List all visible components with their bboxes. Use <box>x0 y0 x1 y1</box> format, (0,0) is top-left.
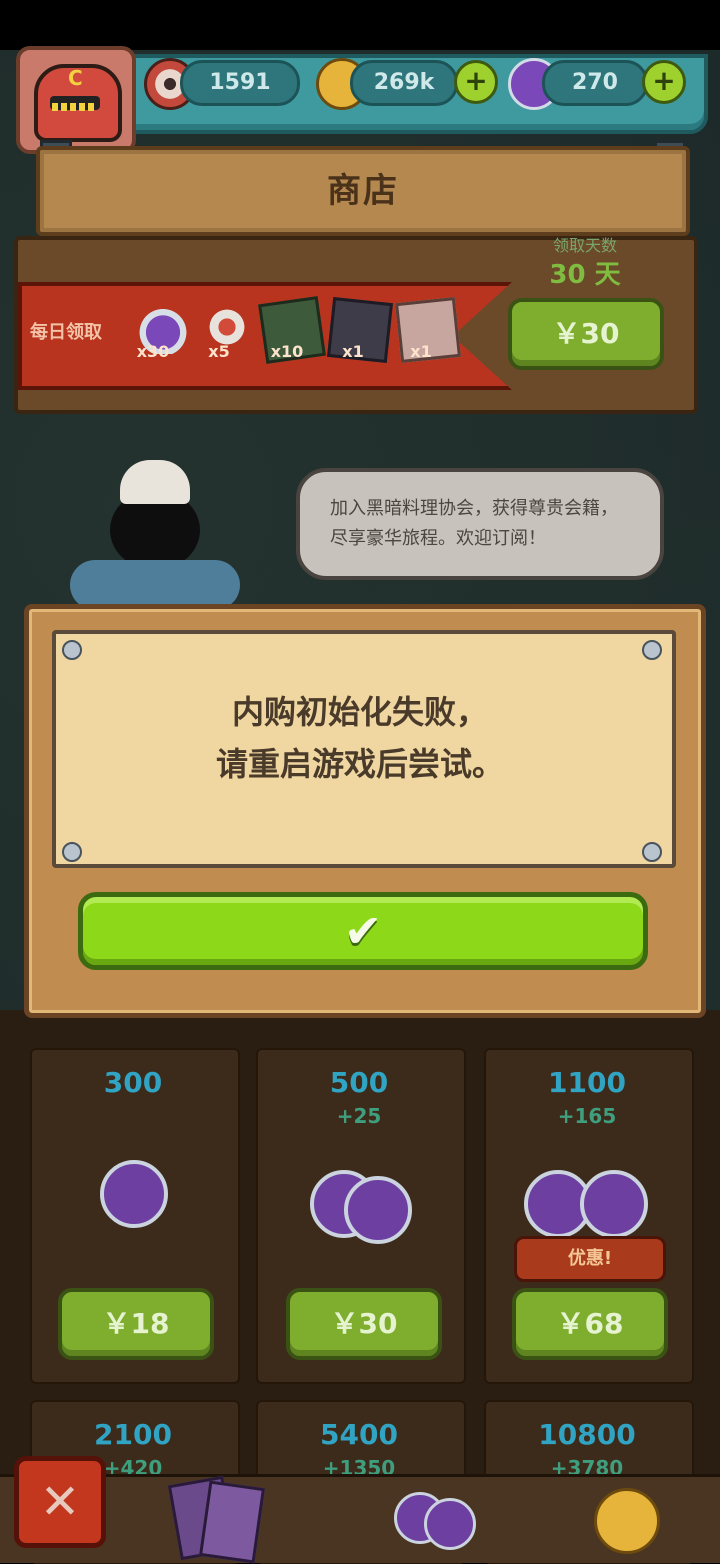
potion-icon <box>580 1170 648 1238</box>
chef-character <box>30 460 250 610</box>
dialog-message-line2: 请重启游戏后尝试。 <box>215 745 504 783</box>
player-avatar[interactable]: C <box>16 46 136 154</box>
buy-pack-button[interactable]: ￥18 <box>58 1288 214 1360</box>
checkmark-icon: ✔ <box>343 904 383 958</box>
dialog-message-line1: 内购初始化失败， <box>231 693 488 731</box>
speech-bubble: 加入黑暗料理协会，获得尊贵会籍，尽享豪华旅程。欢迎订阅！ <box>296 468 664 580</box>
card-icon <box>198 1480 266 1564</box>
pack-amount: 5400 <box>320 1418 398 1451</box>
tab-cards[interactable] <box>160 1470 266 1564</box>
pack-amount: 500 <box>329 1066 389 1099</box>
eyeball-count: 1591 <box>180 60 300 106</box>
page-title: 商店 <box>327 171 399 211</box>
reward-count: x30 <box>136 342 170 361</box>
pack-amount: 300 <box>103 1066 163 1099</box>
robot-icon: C <box>34 64 122 142</box>
pin-icon <box>642 640 662 660</box>
tab-coins[interactable] <box>580 1470 684 1556</box>
dialog-message: 内购初始化失败， 请重启游戏后尝试。 <box>70 686 650 790</box>
reward-count: x5 <box>208 342 230 361</box>
pack-amount: 2100 <box>94 1418 172 1451</box>
subscribe-price-button[interactable]: ￥30 <box>508 298 664 370</box>
coin-icon <box>594 1488 660 1554</box>
potion-icon <box>344 1176 412 1244</box>
potion-icon <box>424 1498 476 1550</box>
reward-count: x10 <box>270 342 304 361</box>
buy-pack-button[interactable]: ￥30 <box>286 1288 442 1360</box>
add-coins-button[interactable]: + <box>454 60 498 104</box>
pin-icon <box>62 640 82 660</box>
days-value: 30 天 <box>549 260 621 290</box>
pack-bonus: +25 <box>336 1104 382 1128</box>
coin-count: 269k <box>350 60 458 106</box>
buy-pack-button[interactable]: ￥68 <box>512 1288 668 1360</box>
discount-badge: 优惠! <box>514 1236 666 1282</box>
pack-amount: 1100 <box>548 1066 626 1099</box>
shop-title-plank: 商店 <box>36 146 690 236</box>
daily-label: 每日领取 <box>30 322 102 343</box>
confirm-button[interactable]: ✔ <box>78 892 648 970</box>
bubble-text: 加入黑暗料理协会，获得尊贵会籍，尽享豪华旅程。欢迎订阅！ <box>330 498 618 549</box>
reward-count: x1 <box>342 342 364 361</box>
status-bar <box>0 0 720 50</box>
pack-amount: 10800 <box>538 1418 636 1451</box>
potion-count: 270 <box>542 60 648 106</box>
tab-potions[interactable] <box>380 1470 484 1556</box>
close-button[interactable]: ✕ <box>14 1456 106 1548</box>
pack-bonus: +165 <box>557 1104 617 1128</box>
add-potions-button[interactable]: + <box>642 60 686 104</box>
days-label: 领取天数 <box>552 236 617 255</box>
pin-icon <box>62 842 82 862</box>
pin-icon <box>642 842 662 862</box>
reward-count: x1 <box>410 342 432 361</box>
potion-icon <box>100 1160 168 1228</box>
